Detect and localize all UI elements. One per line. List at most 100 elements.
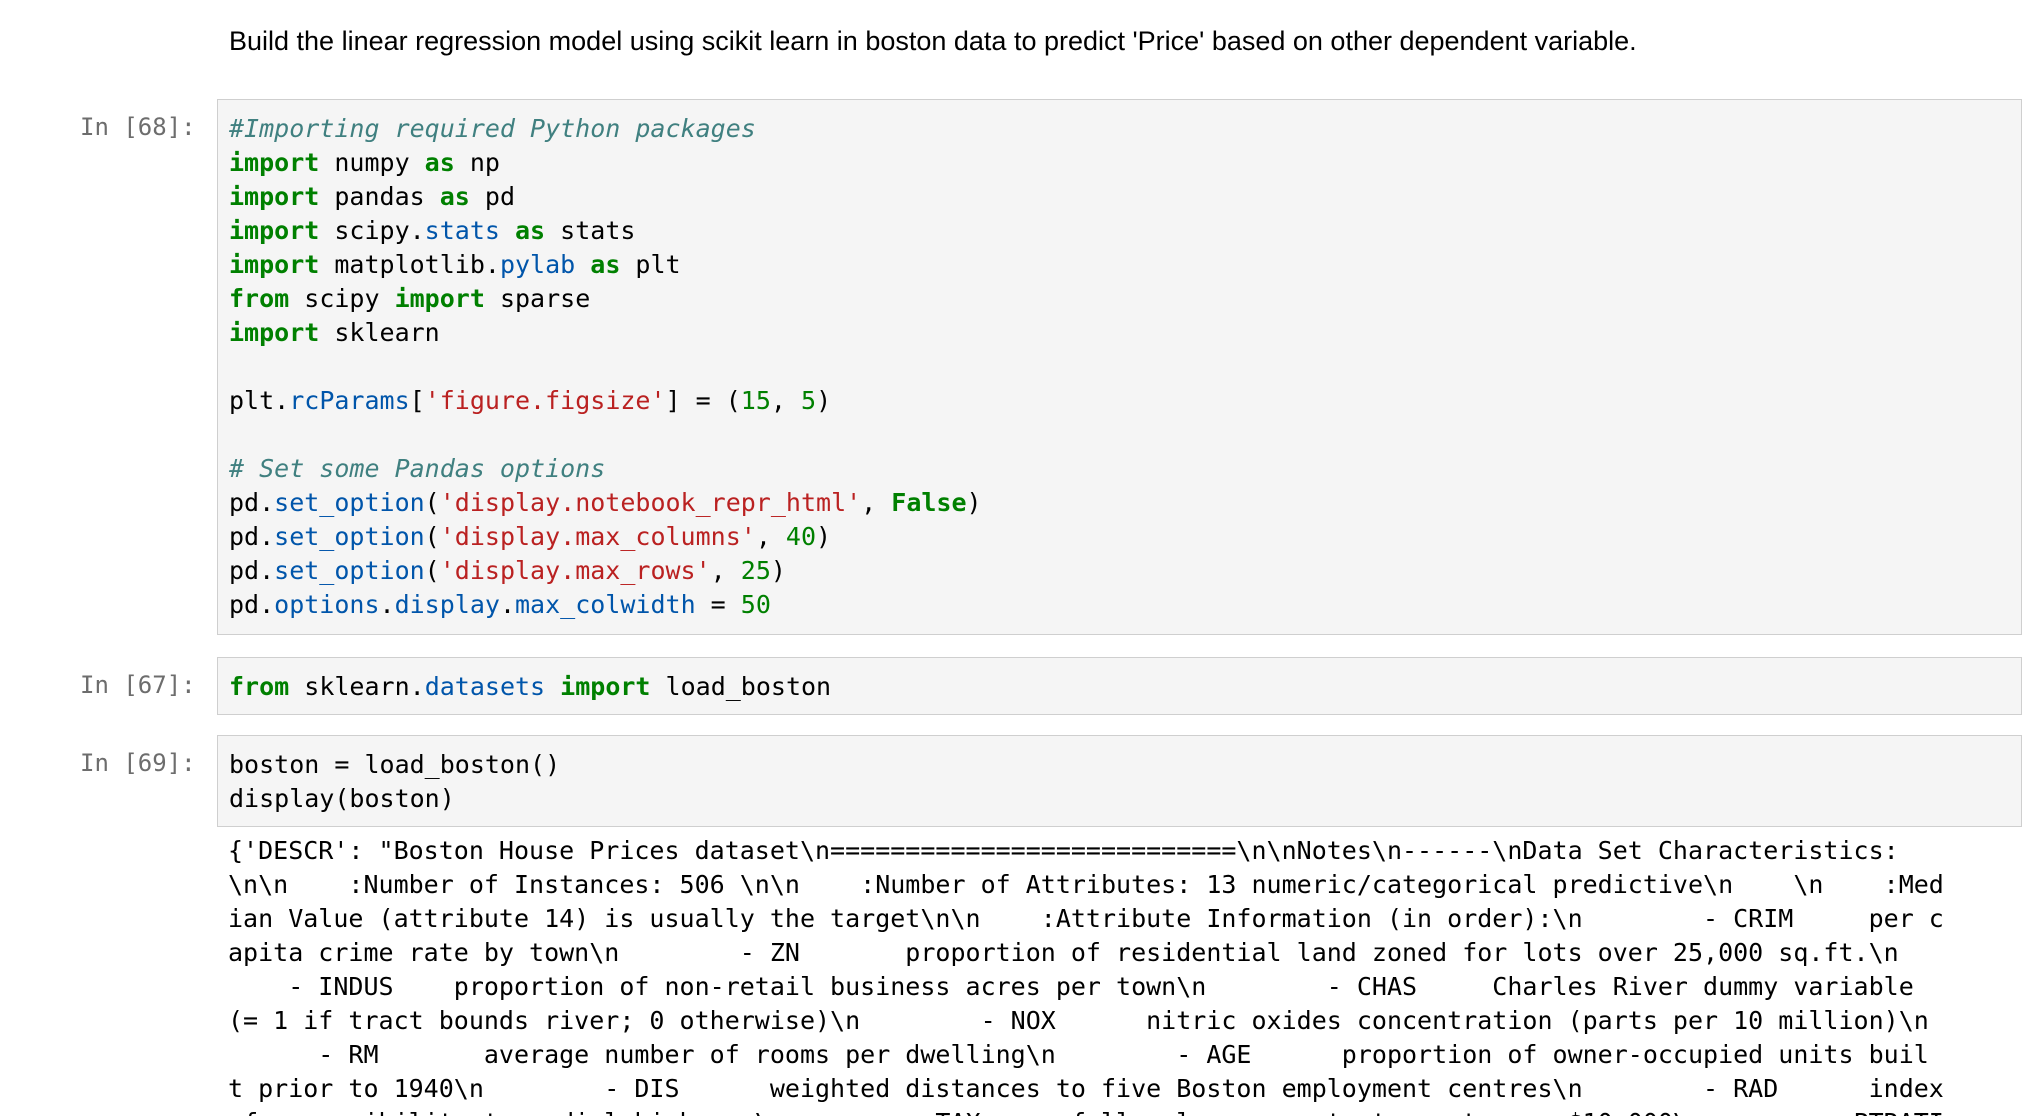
code-token: , [755,522,786,551]
code-token: = [695,590,741,619]
markdown-cell-text: Build the linear regression model using … [229,26,1637,56]
code-token: import [229,182,320,211]
output-line: apita crime rate by town\n - ZN proporti… [228,938,1899,967]
code-token: max_colwidth [515,590,696,619]
code-token: False [891,488,967,517]
code-token: plt [620,250,681,279]
code-line: pd.set_option('display.max_rows', 25) [229,554,2010,588]
code-token: pylab [499,250,576,279]
code-token: datasets [424,672,546,701]
code-token: set_option [274,556,425,585]
code-line: #Importing required Python packages [229,112,2010,146]
code-token: 40 [785,522,817,551]
code-token: import [229,318,320,347]
output-line: {'DESCR': "Boston House Prices dataset\n… [228,836,1899,865]
output-line: t prior to 1940\n - DIS weighted distanc… [228,1074,1944,1103]
code-token: #Importing required Python packages [229,114,756,143]
code-line: import pandas as pd [229,180,2010,214]
output-line: - RM average number of rooms per dwellin… [228,1040,1929,1069]
code-token: rcParams [289,386,410,415]
code-token: 'display.notebook_repr_html' [439,488,862,517]
code-line: import sklearn [229,316,2010,350]
code-token: 'display.max_columns' [439,522,756,551]
code-token: [ [409,386,425,415]
code-token: import [229,148,320,177]
code-line: pd.set_option('display.max_columns', 40) [229,520,2010,554]
code-token: ) [816,522,832,551]
code-line: pd.set_option('display.notebook_repr_htm… [229,486,2010,520]
code-token: set_option [274,522,425,551]
code-token: pd. [229,488,275,517]
code-token: as [590,250,621,279]
code-token: options [274,590,380,619]
code-line: import scipy.stats as stats [229,214,2010,248]
output-line: - INDUS proportion of non-retail busines… [228,972,1914,1001]
code-token: pandas [319,182,440,211]
code-line: boston = load_boston() [229,748,2010,782]
code-token: 15 [740,386,771,415]
code-token: 'display.max_rows' [439,556,711,585]
code-token: sklearn [319,318,440,347]
code-token: import [229,250,320,279]
code-line: from scipy import sparse [229,282,2010,316]
cell-prompt-67: In [67]: [80,671,196,699]
code-token: 'figure.figsize' [424,386,666,415]
code-editor[interactable]: #Importing required Python packages impor… [229,112,2010,622]
code-token: load_boston [650,672,832,701]
code-token: display(boston) [229,784,455,813]
code-token: ( [424,488,440,517]
code-token: 50 [740,590,771,619]
code-editor[interactable]: from sklearn.datasets import load_boston [229,670,2010,704]
code-token: sparse [484,284,591,313]
code-line: import numpy as np [229,146,2010,180]
code-token: ) [770,556,786,585]
code-token: sklearn. [289,672,425,701]
code-token: boston = load_boston() [229,750,561,779]
code-token: as [439,182,470,211]
output-line: \n\n :Number of Instances: 506 \n\n :Num… [228,870,1944,899]
code-token: as [424,148,455,177]
code-token: ) [966,488,982,517]
code-token: np [454,148,500,177]
code-token: pd [469,182,515,211]
code-token: import [394,284,485,313]
code-token: . [379,590,395,619]
code-token: ( [424,522,440,551]
code-cell-load-boston-import[interactable]: from sklearn.datasets import load_boston [217,657,2022,715]
code-token: , [710,556,741,585]
output-line: of accessibility to radial highways\n - … [228,1106,2022,1116]
code-line: import matplotlib.pylab as plt [229,248,2010,282]
code-token: set_option [274,488,425,517]
cell-prompt-69: In [69]: [80,749,196,777]
code-editor[interactable]: boston = load_boston() display(boston) [229,748,2010,816]
code-token: ] = ( [665,386,741,415]
code-token: numpy [319,148,425,177]
code-cell-display-boston[interactable]: boston = load_boston() display(boston) [217,735,2022,827]
code-token: stats [545,216,636,245]
code-token: pd. [229,522,275,551]
code-token: display [394,590,500,619]
code-token: , [861,488,892,517]
code-line: # Set some Pandas options [229,452,2010,486]
code-token: ) [816,386,832,415]
cell-prompt-68: In [68]: [80,113,196,141]
code-line: from sklearn.datasets import load_boston [229,670,2010,704]
code-token: pd. [229,590,275,619]
code-token: # Set some Pandas options [229,454,606,483]
code-token: pd. [229,556,275,585]
code-token: from [229,672,290,701]
code-token: from [229,284,290,313]
code-line: display(boston) [229,782,2010,816]
output-line: ian Value (attribute 14) is usually the … [228,904,1944,933]
code-token: , [770,386,802,415]
code-token: scipy [289,284,395,313]
cell-output: {'DESCR': "Boston House Prices dataset\n… [228,834,2022,1116]
code-token: import [560,672,651,701]
code-token: stats [424,216,500,245]
code-cell-imports[interactable]: #Importing required Python packages impor… [217,99,2022,635]
output-line: (= 1 if tract bounds river; 0 otherwise)… [228,1006,1929,1035]
